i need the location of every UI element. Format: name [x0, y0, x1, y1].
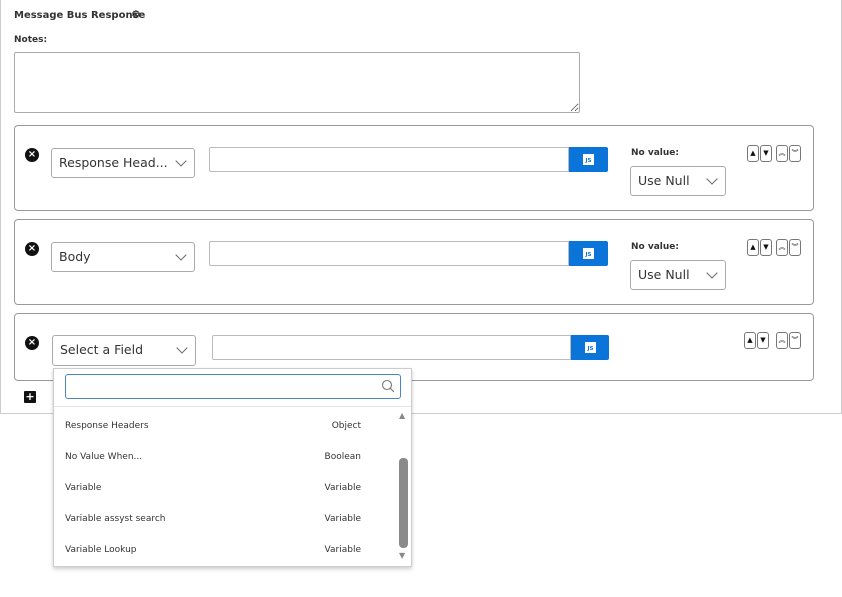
move-top-button[interactable]: ︽	[776, 332, 788, 349]
item-label: Variable Lookup	[65, 545, 137, 555]
move-up-button[interactable]: ▲	[747, 239, 759, 256]
remove-row-icon[interactable]: ×	[25, 242, 39, 256]
gear-icon[interactable]: ⚙	[131, 8, 141, 21]
value-input[interactable]	[212, 335, 571, 360]
chevron-down-icon	[706, 267, 718, 279]
add-row-plus-icon[interactable]: +	[24, 391, 36, 403]
no-value-select-value: Use Null	[638, 173, 690, 188]
field-select-value: Response Head...	[59, 155, 168, 170]
field-select[interactable]: Response Head...	[51, 148, 195, 178]
dropdown-item[interactable]: No Value When... Boolean	[65, 452, 361, 462]
item-type: Boolean	[324, 452, 361, 462]
move-bottom-button[interactable]: ︾	[789, 332, 801, 349]
search-icon	[381, 379, 395, 393]
item-label: No Value When...	[65, 452, 143, 462]
field-select-value: Select a Field	[60, 342, 144, 357]
scroll-down-arrow-icon[interactable]: ▼	[399, 551, 405, 560]
move-up-button[interactable]: ▲	[747, 145, 759, 162]
scroll-up-arrow-icon[interactable]: ▲	[399, 411, 405, 420]
item-label: Variable	[65, 483, 102, 493]
move-top-button[interactable]: ︽	[776, 239, 788, 256]
dropdown-search-input[interactable]	[65, 374, 401, 399]
dropdown-item[interactable]: Variable Variable	[65, 483, 361, 493]
chevron-down-icon	[175, 249, 187, 261]
js-button[interactable]: JS	[571, 335, 609, 360]
no-value-select-value: Use Null	[638, 267, 690, 282]
notes-textarea[interactable]	[14, 52, 580, 113]
remove-row-icon[interactable]: ×	[25, 148, 39, 162]
move-up-button[interactable]: ▲	[744, 332, 756, 349]
field-select-value: Body	[59, 249, 91, 264]
no-value-select[interactable]: Use Null	[630, 166, 726, 196]
move-down-button[interactable]: ▼	[757, 332, 769, 349]
js-icon: JS	[585, 342, 596, 353]
dropdown-item[interactable]: Response Headers Object	[65, 421, 361, 431]
dropdown-item[interactable]: Variable Lookup Variable	[65, 545, 361, 555]
no-value-label: No value:	[631, 242, 679, 252]
move-down-button[interactable]: ▼	[760, 145, 772, 162]
move-top-button[interactable]: ︽	[776, 145, 788, 162]
no-value-label: No value:	[631, 148, 679, 158]
item-type: Variable	[324, 514, 361, 524]
item-type: Variable	[324, 545, 361, 555]
field-select[interactable]: Select a Field	[52, 335, 196, 366]
js-button[interactable]: JS	[569, 147, 608, 172]
chevron-down-icon	[706, 173, 718, 185]
item-type: Variable	[324, 483, 361, 493]
value-input[interactable]	[209, 241, 569, 266]
field-dropdown: Response Headers Object No Value When... B…	[53, 368, 412, 567]
item-label: Response Headers	[65, 421, 149, 431]
move-bottom-button[interactable]: ︾	[789, 239, 801, 256]
panel-title: Message Bus Response	[14, 10, 146, 21]
move-down-button[interactable]: ▼	[760, 239, 772, 256]
field-select[interactable]: Body	[51, 242, 195, 272]
item-type: Object	[331, 421, 361, 431]
scrollbar-thumb[interactable]	[399, 458, 408, 548]
no-value-select[interactable]: Use Null	[630, 260, 726, 290]
remove-row-icon[interactable]: ×	[25, 336, 39, 350]
js-icon: JS	[583, 154, 594, 165]
item-label: Variable assyst search	[65, 514, 166, 524]
js-button[interactable]: JS	[569, 241, 608, 266]
js-icon: JS	[583, 248, 594, 259]
divider	[54, 406, 411, 407]
value-input[interactable]	[209, 147, 569, 172]
chevron-down-icon	[175, 155, 187, 167]
dropdown-item[interactable]: Variable assyst search Variable	[65, 514, 361, 524]
move-bottom-button[interactable]: ︾	[789, 145, 801, 162]
chevron-down-icon	[176, 342, 188, 354]
notes-label: Notes:	[14, 35, 48, 45]
